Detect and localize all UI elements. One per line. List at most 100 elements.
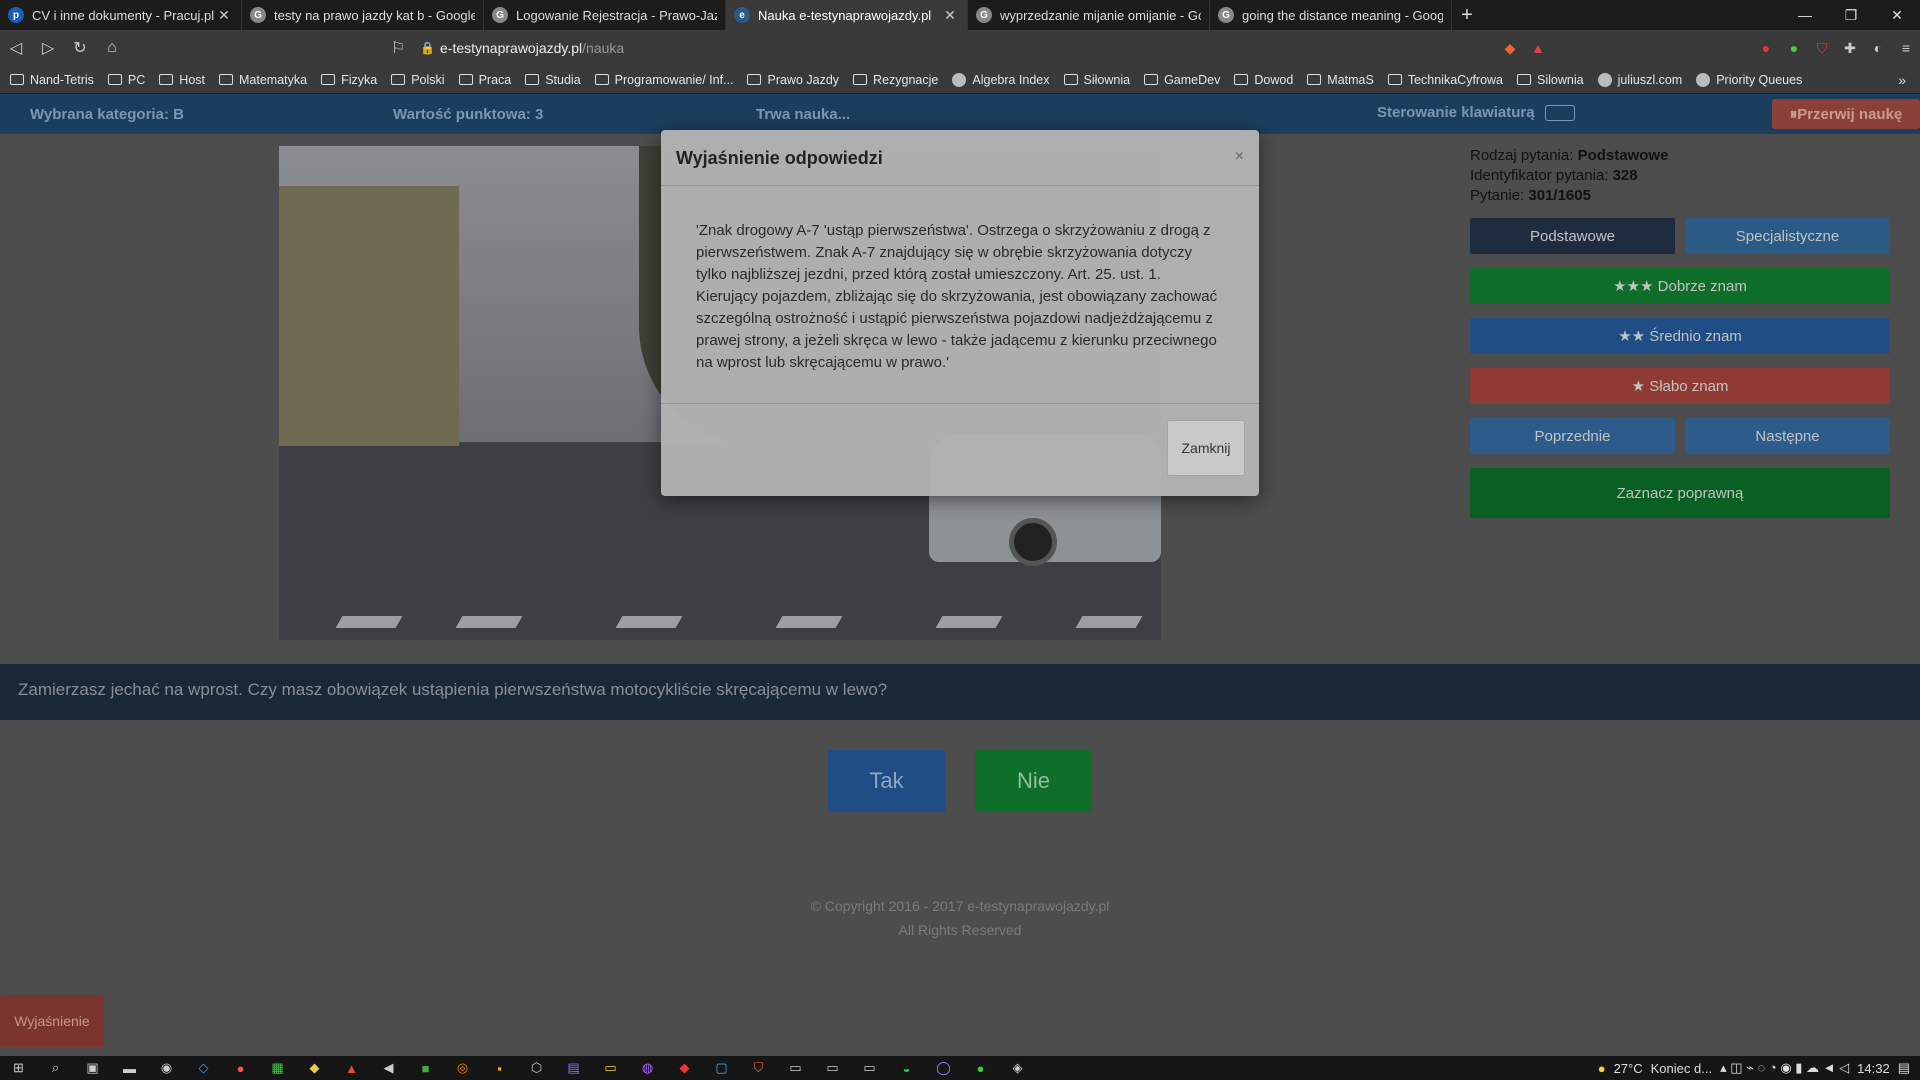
app-icon[interactable]: ● xyxy=(962,1061,999,1076)
bookmark-label: Praca xyxy=(478,72,512,87)
app-icon[interactable]: ▭ xyxy=(777,1060,814,1076)
app-icon[interactable]: ▭ xyxy=(814,1060,851,1076)
close-icon[interactable]: × xyxy=(1235,148,1244,167)
answer-no-button[interactable]: Nie xyxy=(975,750,1092,812)
app-icon[interactable]: ▪ xyxy=(481,1061,518,1076)
forward-icon[interactable]: ▷ xyxy=(32,38,64,58)
new-tab-button[interactable]: + xyxy=(1452,4,1482,27)
back-icon[interactable]: ◁ xyxy=(0,38,32,58)
pause-learning-button[interactable]: ⏸Przerwij naukę xyxy=(1772,99,1920,129)
bookmark-label: Algebra Index xyxy=(972,72,1050,87)
specialist-button[interactable]: Specjalistyczne xyxy=(1685,218,1890,254)
bookmark-item[interactable]: TechnikaCyfrowa xyxy=(1387,73,1503,87)
bookmark-item[interactable]: Rezygnacje xyxy=(853,73,938,87)
clock[interactable]: 14:32 xyxy=(1857,1061,1890,1076)
reload-icon[interactable]: ↻ xyxy=(64,38,96,58)
vscode-icon[interactable]: ◇ xyxy=(185,1060,222,1076)
bookmark-item[interactable]: Prawo Jazdy xyxy=(747,73,839,87)
basic-button[interactable]: Podstawowe xyxy=(1470,218,1675,254)
tab-google-3[interactable]: Ggoing the distance meaning - Google xyxy=(1210,0,1452,30)
bookmark-item[interactable]: Studia xyxy=(525,73,581,87)
menu-icon[interactable]: ≡ xyxy=(1892,40,1920,56)
notifications-icon[interactable]: ▤ xyxy=(1898,1060,1910,1076)
android-icon[interactable]: ◒ xyxy=(888,1061,925,1076)
app-icon[interactable]: ⬡ xyxy=(518,1060,555,1076)
bookmark-icon[interactable]: ⚐ xyxy=(382,38,414,58)
tab-pracuj[interactable]: p CV i inne dokumenty - Pracuj.pl ✕ xyxy=(0,0,242,30)
address-bar[interactable]: 🔒 e-testynaprawojazdy.pl/nauka xyxy=(420,34,1430,62)
keyboard-control[interactable]: Sterowanie klawiaturą xyxy=(1377,104,1575,122)
app-icon[interactable]: ▣ xyxy=(74,1060,111,1076)
extension-icon[interactable]: ● xyxy=(1752,40,1780,56)
answer-yes-button[interactable]: Tak xyxy=(828,750,945,812)
bookmark-item[interactable]: Matematyka xyxy=(219,73,307,87)
search-icon[interactable]: ⌕ xyxy=(37,1060,74,1076)
brave-rewards-icon[interactable]: ▲ xyxy=(1524,40,1552,56)
know-weak-button[interactable]: ★ Słabo znam xyxy=(1470,368,1890,404)
extension-icon[interactable]: ● xyxy=(1780,40,1808,56)
app-icon[interactable]: ▲ xyxy=(333,1061,370,1076)
home-icon[interactable]: ⌂ xyxy=(96,39,128,57)
close-window-button[interactable]: ✕ xyxy=(1874,0,1920,30)
app-icon[interactable]: ◆ xyxy=(666,1060,703,1076)
puzzle-icon[interactable]: ✚ xyxy=(1836,40,1864,57)
bookmark-item[interactable]: Host xyxy=(159,73,205,87)
bookmark-item[interactable]: Polski xyxy=(391,73,445,87)
windows-start-icon[interactable]: ⊞ xyxy=(0,1060,37,1076)
app-icon[interactable]: ▦ xyxy=(259,1060,296,1076)
tab-logowanie[interactable]: G Logowanie Rejestracja - Prawo-Jazdy- xyxy=(484,0,726,30)
folder-icon xyxy=(458,74,473,85)
brave-icon[interactable]: ⛉ xyxy=(740,1060,777,1076)
know-medium-button[interactable]: ★★ Średnio znam xyxy=(1470,318,1890,354)
bookmark-item[interactable]: MatmaS xyxy=(1307,73,1374,87)
extension-icon[interactable]: ⛉ xyxy=(1808,40,1836,57)
tab-google-1[interactable]: Gtesty na prawo jazdy kat b - Google Sc xyxy=(242,0,484,30)
bookmark-item[interactable]: juliuszl.com xyxy=(1597,72,1682,87)
tab-nauka[interactable]: e Nauka e-testynaprawojazdy.pl ✕ xyxy=(726,0,968,30)
app-icon[interactable]: ◈ xyxy=(999,1060,1036,1076)
brave-shield-icon[interactable]: ◆ xyxy=(1496,40,1524,57)
bookmark-item[interactable]: Nand-Tetris xyxy=(10,73,94,87)
know-well-button[interactable]: ★★★ Dobrze znam xyxy=(1470,268,1890,304)
folder-icon[interactable]: ▭ xyxy=(592,1060,629,1076)
learning-status: Trwa nauka... xyxy=(756,106,851,123)
app-icon[interactable]: ◀ xyxy=(370,1060,407,1076)
close-icon[interactable]: ✕ xyxy=(215,7,233,24)
app-icon[interactable]: ◉ xyxy=(148,1060,185,1076)
previous-button[interactable]: Poprzednie xyxy=(1470,418,1675,454)
pracuj-icon: p xyxy=(8,7,24,23)
bookmark-item[interactable]: Priority Queues xyxy=(1696,72,1802,87)
mark-correct-button[interactable]: Zaznacz poprawną xyxy=(1470,468,1890,518)
bookmark-item[interactable]: GameDev xyxy=(1144,73,1220,87)
bookmark-item[interactable]: Praca xyxy=(458,72,512,87)
bookmark-item[interactable]: Fizyka xyxy=(321,73,377,87)
profile-icon[interactable]: ◐ xyxy=(1864,40,1892,56)
tab-google-2[interactable]: Gwyprzedzanie mijanie omijanie - Goog xyxy=(968,0,1210,30)
minimize-button[interactable]: — xyxy=(1782,0,1828,30)
app-icon[interactable]: ◆ xyxy=(296,1060,333,1076)
explanation-button[interactable]: Wyjaśnienie xyxy=(0,995,104,1047)
close-icon[interactable]: ✕ xyxy=(941,7,959,24)
bookmark-item[interactable]: Programowanie/ Inf... xyxy=(594,73,733,87)
tray-icons[interactable]: ▴ ◫ ⌁ ◌ ◔ ◉ ▮ ☁ ◄ ◁ xyxy=(1720,1060,1849,1076)
weather-text[interactable]: Koniec d... xyxy=(1651,1061,1712,1076)
close-button[interactable]: Zamknij xyxy=(1167,420,1245,476)
bookmark-item[interactable]: Dowod xyxy=(1234,73,1293,87)
terminal-icon[interactable]: ▭ xyxy=(851,1060,888,1076)
url-domain: e-testynaprawojazdy.pl xyxy=(440,40,583,56)
app-icon[interactable]: ◍ xyxy=(629,1060,666,1076)
bookmarks-more-icon[interactable]: » xyxy=(1898,72,1906,88)
app-icon[interactable]: ◯ xyxy=(925,1060,962,1076)
bookmark-item[interactable]: Siłownia xyxy=(1063,73,1130,87)
teams-icon[interactable]: ▤ xyxy=(555,1060,592,1076)
bookmark-item[interactable]: PC xyxy=(107,73,145,87)
maximize-button[interactable]: ❐ xyxy=(1828,0,1874,30)
app-icon[interactable]: ▬ xyxy=(111,1061,148,1076)
app-icon[interactable]: ■ xyxy=(407,1061,444,1076)
next-button[interactable]: Następne xyxy=(1685,418,1890,454)
bookmark-item[interactable]: Algebra Index xyxy=(952,72,1050,87)
blender-icon[interactable]: ◎ xyxy=(444,1060,481,1076)
app-icon[interactable]: ▢ xyxy=(703,1060,740,1076)
app-icon[interactable]: ● xyxy=(222,1061,259,1076)
bookmark-item[interactable]: Silownia xyxy=(1517,73,1584,87)
